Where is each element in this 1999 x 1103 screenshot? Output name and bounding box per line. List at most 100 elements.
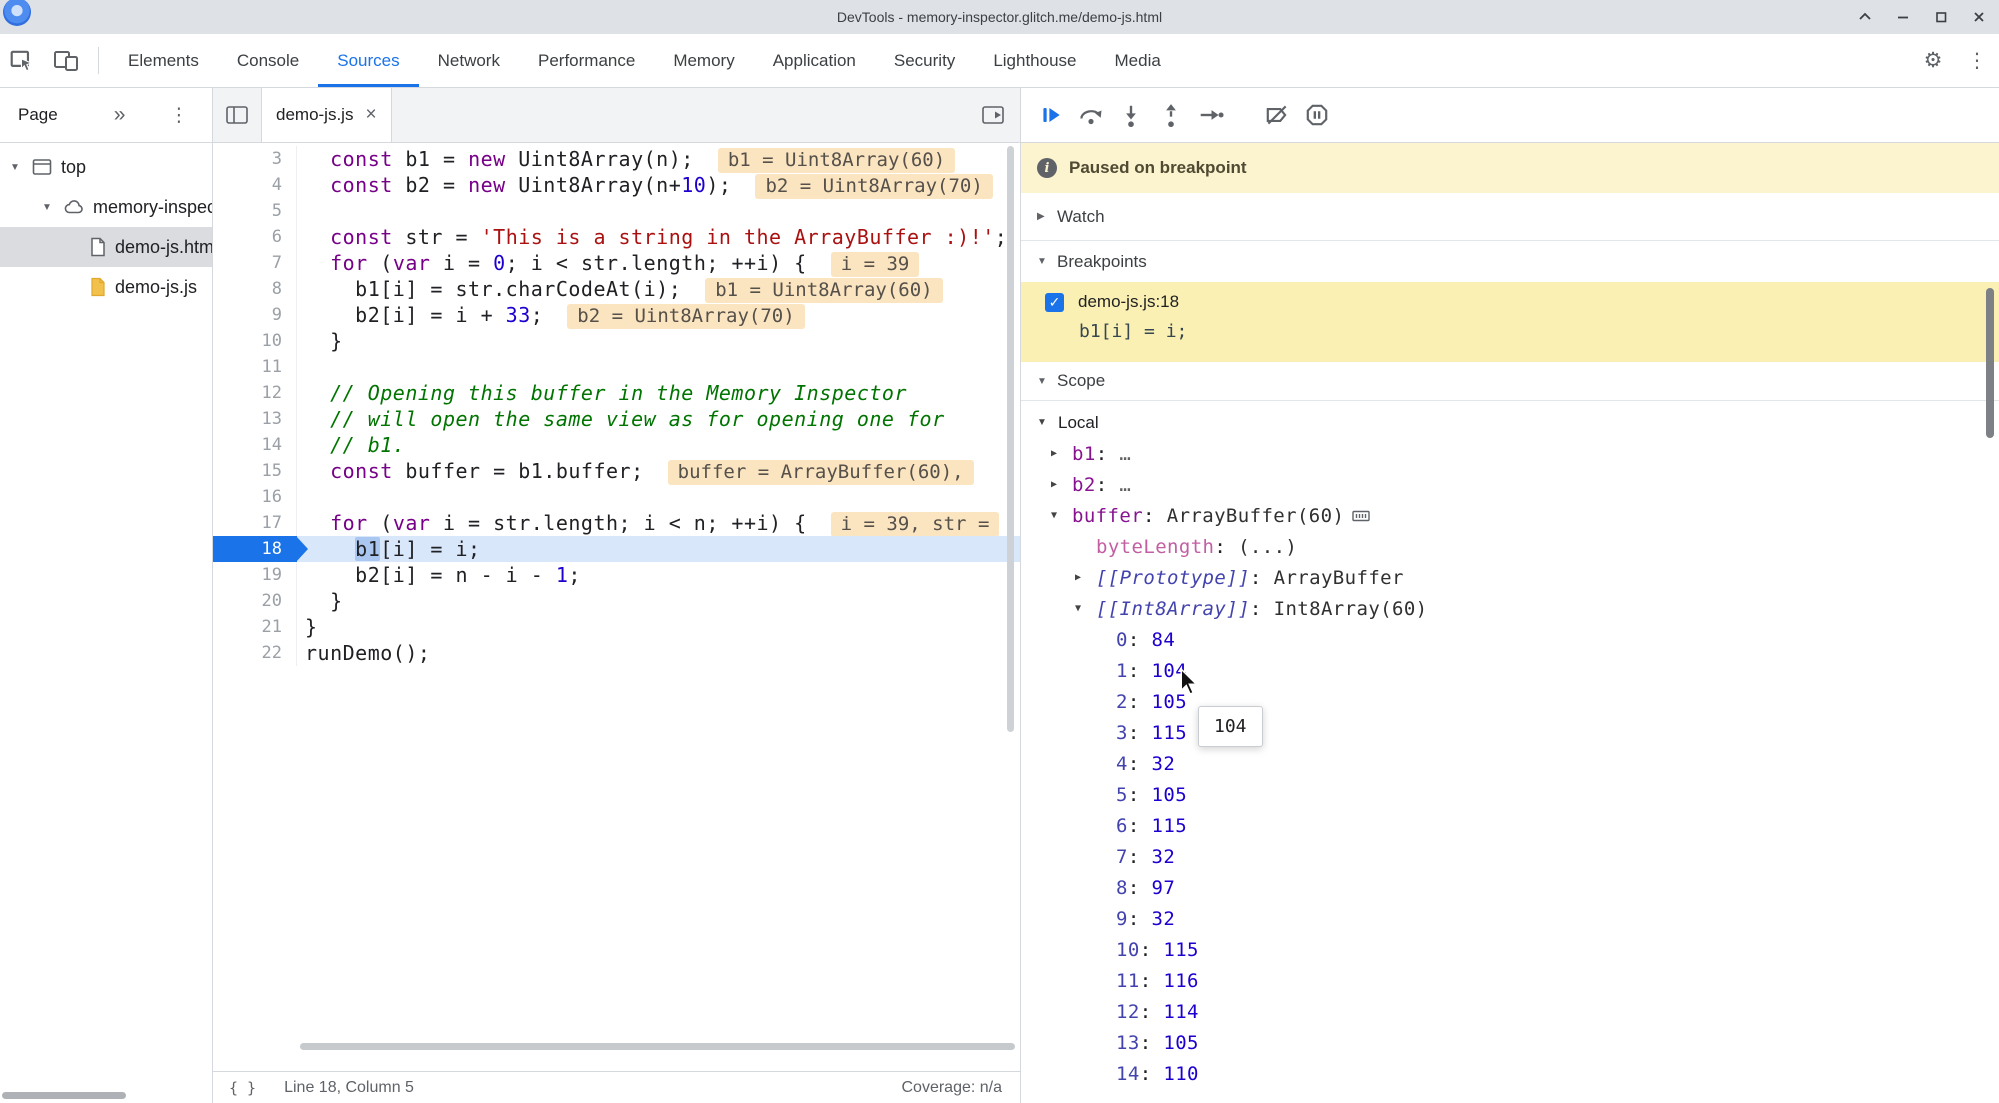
scope-entry[interactable]: ▶ [[Prototype]]: ArrayBuffer (1021, 562, 1999, 593)
line-number[interactable]: 6 (213, 224, 297, 250)
settings-gear-icon[interactable]: ⚙ (1911, 34, 1955, 87)
line-number[interactable]: 19 (213, 562, 297, 588)
scope-entry[interactable]: 9: 32 (1021, 903, 1999, 934)
scope-entry[interactable]: 0: 84 (1021, 624, 1999, 655)
code-text[interactable]: const str = 'This is a string in the Arr… (297, 224, 1020, 250)
scope-entry[interactable]: 13: 105 (1021, 1027, 1999, 1058)
pause-on-exceptions-button[interactable] (1297, 88, 1337, 142)
deactivate-breakpoints-button[interactable] (1257, 88, 1297, 142)
step-button[interactable] (1191, 88, 1231, 142)
editor-tab-demo-js[interactable]: demo-js.js × (261, 88, 392, 142)
line-number[interactable]: 3 (213, 146, 297, 172)
scope-entry[interactable]: 1: 104 (1021, 655, 1999, 686)
line-number[interactable]: 7 (213, 250, 297, 276)
maximize-icon[interactable] (1933, 9, 1949, 25)
breakpoints-section-header[interactable]: ▼ Breakpoints (1021, 241, 1999, 282)
sidebar-item-memory-inspector-glitch-me[interactable]: ▼ memory-inspector.glitch.me (0, 187, 212, 227)
step-into-button[interactable] (1111, 88, 1151, 142)
code-text[interactable]: runDemo(); (297, 640, 1020, 666)
scope-entry[interactable]: 5: 105 (1021, 779, 1999, 810)
code-text[interactable]: // b1. (297, 432, 1020, 458)
code-text[interactable]: b1[i] = i; (297, 536, 1020, 562)
line-number[interactable]: 20 (213, 588, 297, 614)
more-tabs-icon[interactable]: » (114, 103, 126, 127)
tab-application[interactable]: Application (754, 34, 875, 87)
scope-entry[interactable]: ▶ b1: … (1021, 438, 1999, 469)
scope-entry[interactable]: ▼ [[Int8Array]]: Int8Array(60) (1021, 593, 1999, 624)
code-text[interactable] (297, 354, 1020, 380)
code-text[interactable]: for (var i = str.length; i < n; ++i) {i … (297, 510, 1020, 537)
close-tab-icon[interactable]: × (365, 104, 376, 126)
scope-entry[interactable]: byteLength: (...) (1021, 531, 1999, 562)
code-text[interactable] (297, 198, 1020, 224)
tab-console[interactable]: Console (218, 34, 318, 87)
line-number[interactable]: 11 (213, 354, 297, 380)
line-number[interactable]: 22 (213, 640, 297, 666)
line-number[interactable]: 8 (213, 276, 297, 302)
kebab-menu-icon[interactable]: ⋮ (1955, 34, 1999, 87)
line-number[interactable]: 16 (213, 484, 297, 510)
chevron-down-icon[interactable]: ▼ (1051, 510, 1072, 521)
line-number[interactable]: 4 (213, 172, 297, 198)
code-text[interactable]: } (297, 328, 1020, 354)
scope-entry[interactable]: ▶ b2: … (1021, 469, 1999, 500)
chevron-down-icon[interactable]: ▼ (1037, 376, 1057, 387)
breakpoint-code-snippet[interactable]: b1[i] = i; (1079, 321, 1999, 342)
chevron-right-icon[interactable]: ▶ (1051, 448, 1072, 459)
chevron-right-icon[interactable]: ▶ (1051, 479, 1072, 490)
editor-vscrollbar-thumb[interactable] (1007, 146, 1014, 732)
tab-media[interactable]: Media (1096, 34, 1180, 87)
memory-inspector-icon[interactable] (1352, 509, 1371, 523)
chevron-down-icon[interactable]: ▼ (1037, 417, 1058, 428)
code-text[interactable]: for (var i = 0; i < str.length; ++i) {i … (297, 250, 1020, 277)
line-number[interactable]: 12 (213, 380, 297, 406)
line-number[interactable]: 17 (213, 510, 297, 536)
code-editor[interactable]: 3 const b1 = new Uint8Array(n); b1 = Uint… (213, 143, 1020, 1071)
scope-entry[interactable]: 6: 115 (1021, 810, 1999, 841)
editor-hscrollbar-thumb[interactable] (300, 1043, 1015, 1050)
navigator-kebab-icon[interactable]: ⋮ (169, 104, 188, 127)
tab-sources[interactable]: Sources (318, 34, 418, 87)
device-toolbar-icon[interactable] (44, 34, 88, 87)
code-text[interactable]: const buffer = b1.buffer; buffer = ArrayB… (297, 458, 1020, 485)
sidebar-item-top[interactable]: ▼ top (0, 147, 212, 187)
scope-entry[interactable]: 2: 105 (1021, 686, 1999, 717)
navigator-toggle-icon[interactable] (213, 88, 261, 142)
line-number[interactable]: 15 (213, 458, 297, 484)
scope-entry[interactable]: 14: 110 (1021, 1058, 1999, 1089)
line-number[interactable]: 18 (213, 536, 308, 562)
debugger-pane-toggle-icon[interactable] (982, 105, 1004, 125)
code-text[interactable]: b2[i] = i + 33; b2 = Uint8Array(70) (297, 302, 1020, 329)
scope-entry[interactable]: 11: 116 (1021, 965, 1999, 996)
scope-entry[interactable]: 8: 97 (1021, 872, 1999, 903)
breakpoint-checkbox[interactable]: ✓ (1045, 292, 1064, 312)
chevron-down-icon[interactable]: ▼ (10, 162, 32, 173)
scope-entry[interactable]: ▼ buffer: ArrayBuffer(60) (1021, 500, 1999, 531)
line-number[interactable]: 5 (213, 198, 297, 224)
tab-network[interactable]: Network (419, 34, 519, 87)
minimize-icon[interactable] (1895, 9, 1911, 25)
line-number[interactable]: 9 (213, 302, 297, 328)
code-text[interactable]: } (297, 614, 1020, 640)
code-text[interactable]: const b1 = new Uint8Array(n); b1 = Uint8A… (297, 146, 1020, 173)
chevron-down-icon[interactable]: ▼ (42, 202, 64, 213)
tab-memory[interactable]: Memory (654, 34, 753, 87)
code-text[interactable]: } (297, 588, 1020, 614)
pretty-print-icon[interactable]: { } (229, 1079, 256, 1097)
close-icon[interactable] (1971, 9, 1987, 25)
line-number[interactable]: 10 (213, 328, 297, 354)
code-text[interactable]: b1[i] = str.charCodeAt(i); b1 = Uint8Arra… (297, 276, 1020, 303)
code-text[interactable]: // will open the same view as for openin… (297, 406, 1020, 432)
resume-button[interactable] (1031, 88, 1071, 142)
tab-performance[interactable]: Performance (519, 34, 654, 87)
sidebar-hscrollbar-thumb[interactable] (2, 1092, 126, 1099)
code-text[interactable]: const b2 = new Uint8Array(n+10); b2 = Uin… (297, 172, 1020, 199)
breakpoint-entry[interactable]: ✓ demo-js.js:18 b1[i] = i; (1021, 282, 1999, 362)
sidebar-item-demo-js-html[interactable]: demo-js.html (0, 227, 212, 267)
chevron-right-icon[interactable]: ▶ (1037, 211, 1057, 222)
line-number[interactable]: 14 (213, 432, 297, 458)
line-number[interactable]: 13 (213, 406, 297, 432)
code-text[interactable]: b2[i] = n - i - 1; (297, 562, 1020, 588)
step-over-button[interactable] (1071, 88, 1111, 142)
scope-section-header[interactable]: ▼ Scope (1021, 362, 1999, 401)
